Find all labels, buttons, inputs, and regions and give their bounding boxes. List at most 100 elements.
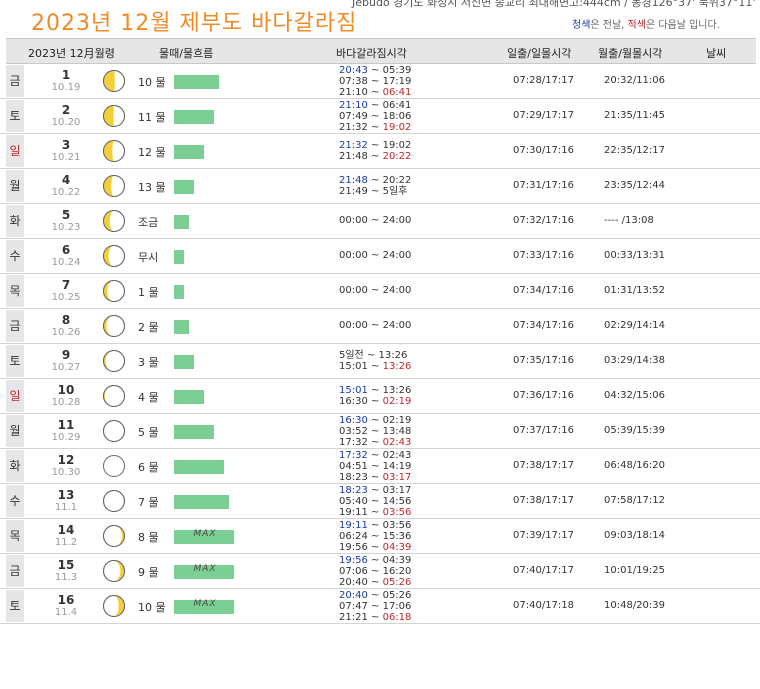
moonrise-moonset: 01:31/13:52 <box>604 285 666 296</box>
parting-separator: ~ <box>367 111 383 122</box>
parting-time-line: 21:32 ~ 19:02 <box>339 140 411 151</box>
moon-phase <box>102 174 126 198</box>
flow-bar <box>174 460 224 474</box>
parting-time: 05:40 <box>339 496 368 507</box>
lunar-date: 10.27 <box>51 362 81 373</box>
solar-day: 1 <box>61 68 71 82</box>
parting-separator: ~ <box>367 215 383 226</box>
note-blue-text: 은 전날, <box>590 20 628 31</box>
parting-time: 17:32 <box>339 437 368 448</box>
parting-time: 15:36 <box>382 531 412 542</box>
sunrise-sunset: 07:36/17:16 <box>513 390 575 401</box>
parting-time-line: 07:47 ~ 17:06 <box>339 601 411 612</box>
moon-phase-icon <box>103 455 125 477</box>
parting-time: 00:00 <box>339 285 368 296</box>
sunrise-sunset: 07:38/17:17 <box>513 495 575 506</box>
tide-name: 13 물 <box>138 181 166 194</box>
moonrise-moonset: 21:35/11:45 <box>604 110 666 121</box>
moon-phase-icon <box>103 105 125 127</box>
parting-time: 20:22 <box>382 151 412 162</box>
flow-bar <box>174 145 204 159</box>
parting-separator: ~ <box>367 577 383 588</box>
lunar-date: 10.22 <box>51 187 81 198</box>
sunrise-sunset: 07:31/17:16 <box>513 180 575 191</box>
parting-times: 18:23 ~ 03:17 05:40 ~ 14:56 19:11 ~ 03:56 <box>339 485 411 518</box>
moonrise-moonset: 06:48/16:20 <box>604 460 666 471</box>
parting-times: 16:30 ~ 02:19 03:52 ~ 13:48 17:32 ~ 02:43 <box>339 415 411 448</box>
parting-time: 21:21 <box>339 612 368 623</box>
parting-separator: ~ <box>367 485 383 496</box>
moon-phase <box>102 594 126 618</box>
table-row: 토 2 10.20 11 물 21:10 ~ 06:41 07:49 ~ 18:06 21:… <box>0 99 760 134</box>
parting-time: 00:00 <box>339 320 368 331</box>
parting-time: 02:43 <box>382 450 412 461</box>
parting-time: 03:17 <box>382 485 412 496</box>
moon-phase <box>102 349 126 373</box>
parting-separator: ~ <box>367 531 383 542</box>
parting-time-line: 15:01 ~ 13:26 <box>339 361 411 372</box>
parting-time: 05:39 <box>382 65 412 76</box>
parting-time: 20:22 <box>382 175 412 186</box>
parting-times: 20:40 ~ 05:26 07:47 ~ 17:06 21:21 ~ 06:18 <box>339 590 411 623</box>
table-row: 월 11 10.29 5 물 16:30 ~ 02:19 03:52 ~ 13:48 17:… <box>0 414 760 449</box>
parting-separator: ~ <box>367 461 383 472</box>
max-label: MAX <box>193 564 217 574</box>
table-row: 화 12 10.30 6 물 17:32 ~ 02:43 04:51 ~ 14:19 18:… <box>0 449 760 484</box>
parting-time: 24:00 <box>382 320 412 331</box>
moonrise-moonset: 07:58/17:12 <box>604 495 666 506</box>
solar-day: 13 <box>57 488 75 502</box>
sunrise-sunset: 07:35/17:16 <box>513 355 575 366</box>
parting-time-line: 16:30 ~ 02:19 <box>339 415 411 426</box>
parting-separator: ~ <box>367 566 383 577</box>
parting-time: 18:23 <box>339 472 368 483</box>
parting-time: 21:32 <box>339 140 368 151</box>
max-label: MAX <box>193 599 217 609</box>
flow-bar <box>174 355 194 369</box>
solar-day: 3 <box>61 138 71 152</box>
parting-time-line: 00:00 ~ 24:00 <box>339 285 411 296</box>
sunrise-sunset: 07:29/17:17 <box>513 110 575 121</box>
parting-times: 5일전 ~ 13:26 15:01 ~ 13:26 <box>339 350 411 372</box>
lunar-date: 11.4 <box>54 607 78 618</box>
parting-time: 02:19 <box>382 415 412 426</box>
moon-phase-icon <box>103 210 125 232</box>
moon-phase <box>102 139 126 163</box>
lunar-date: 10.24 <box>51 257 81 268</box>
parting-time: 00:00 <box>339 215 368 226</box>
moon-phase <box>102 244 126 268</box>
moon-phase <box>102 454 126 478</box>
parting-time: 04:39 <box>382 542 412 553</box>
moon-phase <box>102 524 126 548</box>
parting-time-line: 17:32 ~ 02:43 <box>339 450 411 461</box>
parting-time: 02:19 <box>382 396 412 407</box>
solar-day: 6 <box>61 243 71 257</box>
parting-separator: ~ <box>367 76 383 87</box>
moon-lit-area <box>103 105 114 127</box>
parting-time-line: 16:30 ~ 02:19 <box>339 396 411 407</box>
parting-time: 17:19 <box>382 76 412 87</box>
lunar-date: 11.3 <box>54 572 78 583</box>
lunar-date: 10.20 <box>51 117 81 128</box>
sunrise-sunset: 07:34/17:16 <box>513 320 575 331</box>
sunrise-sunset: 07:38/17:17 <box>513 460 575 471</box>
parting-separator: ~ <box>363 350 379 361</box>
sunrise-sunset: 07:28/17:17 <box>513 75 575 86</box>
parting-time-line: 03:52 ~ 13:48 <box>339 426 411 437</box>
parting-time-line: 00:00 ~ 24:00 <box>339 320 411 331</box>
parting-separator: ~ <box>367 590 383 601</box>
parting-time-line: 19:11 ~ 03:56 <box>339 507 411 518</box>
table-row: 수 6 10.24 무시 00:00 ~ 24:00 07:33/17:16 00:33/1… <box>0 239 760 274</box>
moonrise-moonset: ---- /13:08 <box>604 215 654 226</box>
parting-times: 17:32 ~ 02:43 04:51 ~ 14:19 18:23 ~ 03:17 <box>339 450 411 483</box>
table-row: 일 3 10.21 12 물 21:32 ~ 19:02 21:48 ~ 20:22 07:… <box>0 134 760 169</box>
lunar-date: 10.19 <box>51 82 81 93</box>
location-info: Jebudo 경기도 화성시 서신면 송교리 최대해면고:444cm / 동경1… <box>352 0 756 9</box>
moon-phase-icon <box>103 420 125 442</box>
parting-separator: ~ <box>367 100 383 111</box>
parting-time-line: 17:32 ~ 02:43 <box>339 437 411 448</box>
parting-time: 20:43 <box>339 65 368 76</box>
table-row: 월 4 10.22 13 물 21:48 ~ 20:22 21:49 ~ 5일후 07:31… <box>0 169 760 204</box>
parting-time-line: 20:43 ~ 05:39 <box>339 65 411 76</box>
weekday-label: 금 <box>6 65 24 97</box>
moon-phase-icon <box>103 350 125 372</box>
